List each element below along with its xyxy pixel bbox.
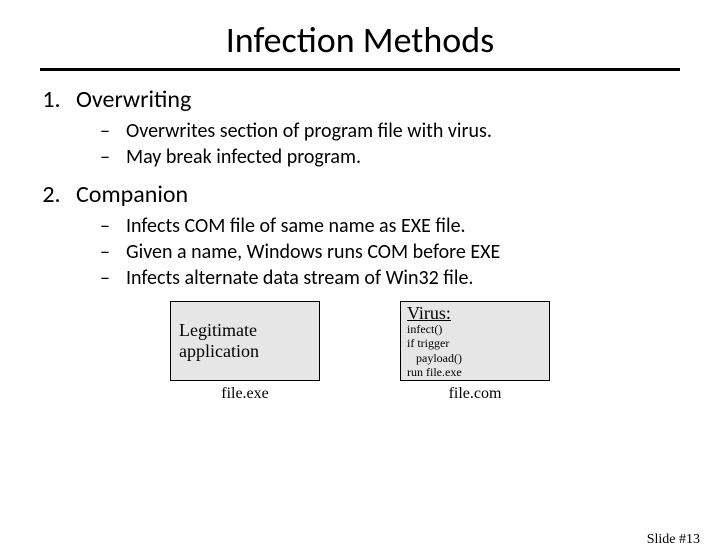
title-underline (40, 68, 680, 71)
legit-box-wrap: Legitimate application file.exe (170, 301, 320, 403)
sub-item: May break infected program. (100, 144, 680, 170)
virus-title: Virus: (407, 304, 543, 322)
list-item-overwriting: Overwriting Overwrites section of progra… (66, 85, 680, 170)
sublist-overwriting: Overwrites section of program file with … (76, 118, 680, 170)
sub-item: Infects alternate data stream of Win32 f… (100, 265, 680, 291)
slide-title: Infection Methods (0, 18, 720, 62)
sub-item: Given a name, Windows runs COM before EX… (100, 239, 680, 265)
legit-line1: Legitimate (179, 320, 311, 341)
list-item-companion: Companion Infects COM file of same name … (66, 180, 680, 291)
legit-caption: file.exe (170, 385, 320, 403)
sub-item: Overwrites section of program file with … (100, 118, 680, 144)
slide-number: Slide #13 (647, 532, 700, 548)
diagram-row: Legitimate application file.exe Virus: i… (40, 301, 680, 403)
legit-line2: application (179, 341, 311, 362)
item-label: Companion (76, 180, 188, 209)
sub-item: Infects COM file of same name as EXE fil… (100, 213, 680, 239)
item-label: Overwriting (76, 85, 191, 114)
ordered-list: Overwriting Overwrites section of progra… (40, 85, 680, 291)
virus-box: Virus: infect() if trigger payload() run… (400, 301, 550, 381)
slide-content: Overwriting Overwrites section of progra… (0, 85, 720, 403)
virus-box-wrap: Virus: infect() if trigger payload() run… (400, 301, 550, 403)
legit-box: Legitimate application (170, 301, 320, 381)
virus-code: infect() if trigger payload() run file.e… (407, 322, 543, 380)
sublist-companion: Infects COM file of same name as EXE fil… (76, 213, 680, 291)
virus-caption: file.com (400, 385, 550, 403)
